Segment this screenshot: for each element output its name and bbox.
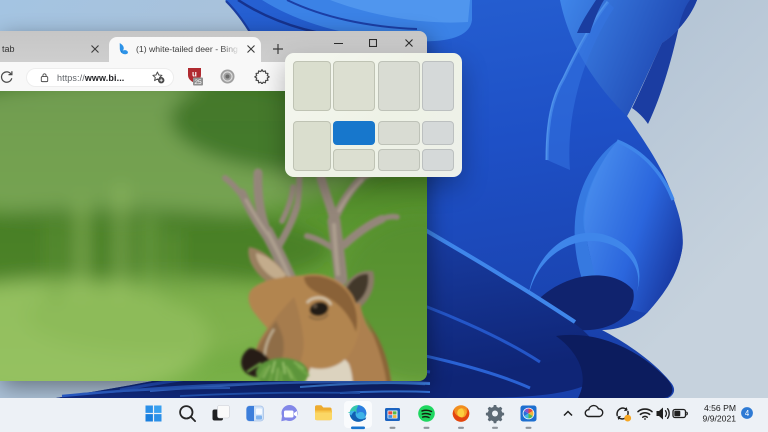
svg-text:9/9/2021: 9/9/2021	[703, 414, 737, 424]
svg-text:4: 4	[745, 409, 750, 418]
svg-text:4:56 PM: 4:56 PM	[704, 403, 736, 413]
svg-text:25: 25	[194, 79, 202, 86]
svg-text:u: u	[192, 70, 197, 79]
